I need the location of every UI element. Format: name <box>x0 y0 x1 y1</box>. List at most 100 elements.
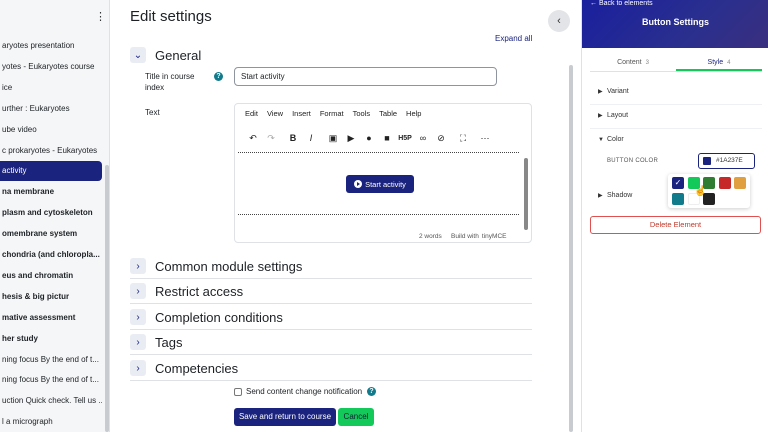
microphone-icon[interactable]: ● <box>360 133 378 143</box>
built-with-tinymce[interactable]: Build with tinyMCE <box>451 233 507 240</box>
image-icon[interactable]: ▣ <box>324 133 342 144</box>
sidebar-item[interactable]: her study <box>0 329 102 349</box>
more-icon[interactable]: ⋯ <box>476 133 494 144</box>
chevron-right-icon[interactable]: › <box>130 334 146 350</box>
menu-insert[interactable]: Insert <box>292 109 311 118</box>
delete-element-button[interactable]: Delete Element <box>590 216 761 234</box>
save-and-return-button[interactable]: Save and return to course <box>234 408 336 426</box>
editor-scrollbar[interactable] <box>524 158 528 230</box>
send-notification-checkbox[interactable] <box>234 388 242 396</box>
unlink-icon[interactable]: ⊘ <box>432 133 450 144</box>
media-icon[interactable]: ▶ <box>342 133 360 144</box>
section-label: Completion conditions <box>155 309 283 325</box>
sidebar-item[interactable]: ning focus By the end of t... <box>0 350 102 370</box>
menu-help[interactable]: Help <box>406 109 421 118</box>
sidebar-item[interactable]: c prokaryotes - Eukaryotes <box>0 141 102 161</box>
button-color-value: #1A237E <box>716 157 743 164</box>
course-index-sidebar: ⋮ aryotes presentation yotes - Eukaryotes… <box>0 0 110 432</box>
button-settings-panel: ← Back to elements Button Settings Conte… <box>581 0 768 432</box>
pointer-cursor-icon: ☝ <box>694 186 707 197</box>
section-general[interactable]: ⌄ General <box>130 47 532 63</box>
help-icon[interactable]: ? <box>214 72 223 81</box>
sidebar-item[interactable]: omembrane system <box>0 224 102 244</box>
panel-tabs: Content 3 Style 4 <box>590 54 762 72</box>
title-input[interactable]: Start activity <box>234 67 497 86</box>
button-color-input[interactable]: #1A237E <box>698 153 755 169</box>
tab-content-count: 3 <box>645 60 649 66</box>
color-chip[interactable] <box>718 177 731 189</box>
accordion-variant-label: Variant <box>607 88 629 95</box>
play-icon <box>354 180 363 188</box>
text-editor[interactable]: Edit View Insert Format Tools Table Help… <box>234 103 532 243</box>
sidebar-item[interactable]: ice <box>0 78 102 98</box>
editor-statusbar: 2 words Build with tinyMCE <box>235 232 531 243</box>
section-label: Common module settings <box>155 258 303 274</box>
chevron-right-icon[interactable]: › <box>130 309 146 325</box>
redo-icon[interactable]: ↷ <box>262 133 280 144</box>
menu-table[interactable]: Table <box>379 109 397 118</box>
undo-icon[interactable]: ↶ <box>244 133 262 144</box>
tab-style-count: 4 <box>727 60 731 66</box>
start-activity-button[interactable]: Start activity <box>346 175 414 193</box>
tab-content[interactable]: Content 3 <box>590 54 676 71</box>
color-chip[interactable] <box>672 193 684 205</box>
sidebar-item[interactable]: aryotes presentation <box>0 36 102 56</box>
more-options-icon[interactable]: ⋮ <box>95 10 106 23</box>
cancel-button[interactable]: Cancel <box>338 408 374 426</box>
chevron-right-icon: ▶ <box>598 193 603 199</box>
sidebar-item[interactable]: chondria (and chloropla... <box>0 245 102 265</box>
back-to-elements-link[interactable]: ← Back to elements <box>590 0 653 7</box>
sidebar-item[interactable]: eus and chromatin <box>0 266 102 286</box>
chevron-left-icon[interactable]: ‹ <box>548 10 570 32</box>
sidebar-item[interactable]: hesis & big pictur <box>0 287 102 307</box>
text-field-label: Text <box>145 108 160 117</box>
chevron-right-icon[interactable]: › <box>130 360 146 376</box>
section-competencies[interactable]: › Competencies <box>130 360 532 376</box>
accordion-shadow[interactable]: ▶ Shadow <box>598 192 632 199</box>
chevron-right-icon[interactable]: › <box>130 258 146 274</box>
section-label: Tags <box>155 334 183 350</box>
tab-style[interactable]: Style 4 <box>676 54 762 71</box>
accordion-layout[interactable]: ▶ Layout <box>598 112 628 119</box>
accordion-variant[interactable]: ▶ Variant <box>598 88 629 95</box>
sidebar-item[interactable]: yotes - Eukaryotes course <box>0 57 102 77</box>
section-common-module-settings[interactable]: › Common module settings <box>130 258 532 274</box>
main-scrollbar[interactable] <box>569 65 573 432</box>
bold-icon[interactable]: B <box>284 133 302 143</box>
menu-view[interactable]: View <box>267 109 283 118</box>
color-palette: ✓ <box>668 174 750 208</box>
accordion-color-label: Color <box>607 136 624 143</box>
sidebar-item[interactable]: plasm and cytoskeleton <box>0 203 102 223</box>
sidebar-item[interactable]: uction Quick check. Tell us ... <box>0 391 102 411</box>
sidebar-item[interactable]: mative assessment <box>0 308 102 328</box>
chevron-right-icon[interactable]: › <box>130 283 146 299</box>
expand-all-link[interactable]: Expand all <box>495 34 532 43</box>
sidebar-item[interactable]: ube video <box>0 120 102 140</box>
color-chip[interactable] <box>734 177 746 189</box>
fullscreen-icon[interactable]: ⛶ <box>454 133 472 144</box>
sidebar-item[interactable]: na membrane <box>0 182 102 202</box>
section-restrict-access[interactable]: › Restrict access <box>130 283 532 299</box>
h5p-icon[interactable]: H5P <box>396 135 414 142</box>
link-icon[interactable]: ∞ <box>414 133 432 143</box>
section-completion-conditions[interactable]: › Completion conditions <box>130 309 532 325</box>
send-notification-label: Send content change notification <box>246 387 363 396</box>
help-icon[interactable]: ? <box>367 387 376 396</box>
color-chip[interactable]: ✓ <box>672 177 684 189</box>
chevron-down-icon[interactable]: ⌄ <box>130 47 146 63</box>
sidebar-item[interactable]: ning focus By the end of t... <box>0 370 102 390</box>
sidebar-item[interactable]: activity <box>0 161 102 182</box>
video-camera-icon[interactable]: ■ <box>378 133 396 143</box>
accordion-color[interactable]: ▼ Color <box>598 136 624 143</box>
editor-content-area[interactable]: Start activity <box>238 152 519 230</box>
page-title: Edit settings <box>130 8 212 25</box>
sidebar-item[interactable]: l a micrograph <box>0 412 102 432</box>
italic-icon[interactable]: I <box>302 133 320 143</box>
sidebar-scrollbar[interactable] <box>105 165 109 432</box>
menu-format[interactable]: Format <box>320 109 344 118</box>
section-tags[interactable]: › Tags <box>130 334 532 350</box>
tab-style-label: Style <box>707 59 724 66</box>
menu-edit[interactable]: Edit <box>245 109 258 118</box>
sidebar-item[interactable]: urther : Eukaryotes <box>0 99 102 119</box>
menu-tools[interactable]: Tools <box>353 109 371 118</box>
